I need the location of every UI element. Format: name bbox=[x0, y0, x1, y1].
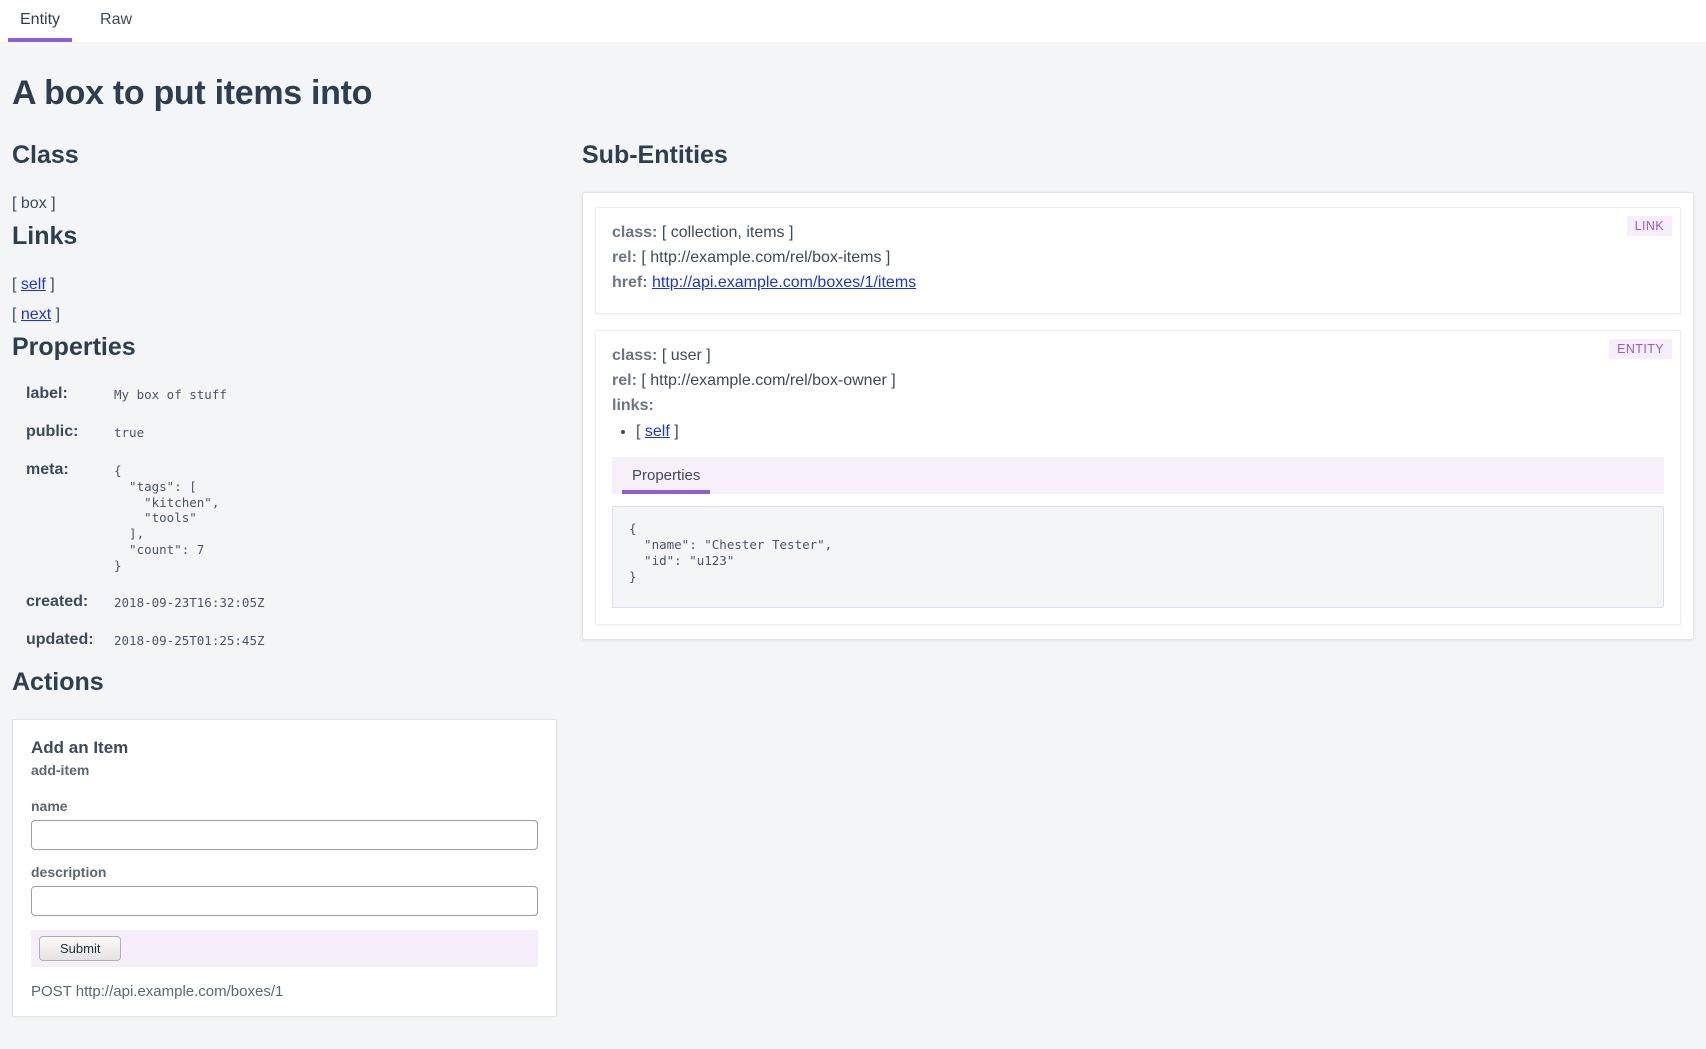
actions-heading: Actions bbox=[12, 668, 572, 697]
subentity-class-key: class: bbox=[612, 224, 657, 241]
bracket-open: [ bbox=[636, 423, 645, 440]
subentities-heading: Sub-Entities bbox=[582, 141, 1694, 170]
subentities-panel: LINK class: [ collection, items ] rel: [… bbox=[582, 192, 1694, 640]
link-self[interactable]: self bbox=[645, 423, 670, 440]
action-card-add-item: Add an Item add-item name description Su… bbox=[12, 719, 557, 1017]
bracket-open: [ bbox=[12, 276, 21, 293]
subentity-href-key: href: bbox=[612, 274, 648, 291]
link-row-self: [ self ] bbox=[12, 273, 572, 297]
property-key: label: bbox=[26, 384, 114, 404]
status-badge: ENTITY bbox=[1609, 339, 1672, 359]
list-item: [ self ] bbox=[636, 421, 1664, 443]
page-body: A box to put items into Class [ box ] Li… bbox=[0, 74, 1706, 1017]
bracket-open: [ bbox=[12, 306, 21, 323]
property-row-created: created: 2018-09-23T16:32:05Z bbox=[26, 592, 572, 612]
class-heading: Class bbox=[12, 141, 572, 170]
links-heading: Links bbox=[12, 222, 572, 251]
property-value: true bbox=[114, 422, 144, 441]
left-column: Class [ box ] Links [ self ] [ next ] Pr… bbox=[12, 141, 572, 1017]
subentity-rel-value: [ http://example.com/rel/box-items ] bbox=[641, 249, 890, 266]
subentity-tabbar: Properties bbox=[612, 457, 1664, 494]
property-value: { "tags": [ "kitchen", "tools" ], "count… bbox=[114, 460, 219, 574]
property-key: public: bbox=[26, 422, 114, 442]
link-self[interactable]: self bbox=[21, 276, 46, 293]
subentity-card-entity: ENTITY class: [ user ] rel: [ http://exa… bbox=[595, 330, 1681, 625]
tabbar: Entity Raw bbox=[0, 0, 1706, 42]
right-column: Sub-Entities LINK class: [ collection, i… bbox=[572, 141, 1694, 640]
subentity-href-line: href: http://api.example.com/boxes/1/ite… bbox=[612, 272, 1664, 294]
link-next[interactable]: next bbox=[21, 306, 51, 323]
subentity-rel-value: [ http://example.com/rel/box-owner ] bbox=[641, 372, 895, 389]
submit-button[interactable]: Submit bbox=[39, 936, 121, 961]
property-row-public: public: true bbox=[26, 422, 572, 442]
page-title: A box to put items into bbox=[12, 74, 1694, 113]
properties-list: label: My box of stuff public: true meta… bbox=[26, 384, 572, 650]
tab-raw[interactable]: Raw bbox=[88, 2, 144, 42]
property-key: meta: bbox=[26, 460, 114, 480]
subentity-rel-line: rel: [ http://example.com/rel/box-items … bbox=[612, 247, 1664, 269]
property-row-updated: updated: 2018-09-25T01:25:45Z bbox=[26, 630, 572, 650]
name-input[interactable] bbox=[31, 820, 538, 850]
property-row-meta: meta: { "tags": [ "kitchen", "tools" ], … bbox=[26, 460, 572, 574]
tab-entity[interactable]: Entity bbox=[8, 2, 72, 42]
property-value: My box of stuff bbox=[114, 384, 227, 403]
link-row-next: [ next ] bbox=[12, 303, 572, 327]
property-key: updated: bbox=[26, 630, 114, 650]
class-value: [ box ] bbox=[12, 192, 572, 216]
subentity-class-value: [ user ] bbox=[662, 347, 711, 364]
property-row-label: label: My box of stuff bbox=[26, 384, 572, 404]
action-name: add-item bbox=[31, 762, 538, 778]
subentity-class-line: class: [ collection, items ] bbox=[612, 222, 1664, 244]
subentity-properties-code: { "name": "Chester Tester", "id": "u123"… bbox=[612, 506, 1664, 608]
field-label-description: description bbox=[31, 864, 538, 880]
tab-properties[interactable]: Properties bbox=[622, 465, 710, 494]
content-columns: Class [ box ] Links [ self ] [ next ] Pr… bbox=[12, 141, 1694, 1017]
property-value: 2018-09-25T01:25:45Z bbox=[114, 630, 265, 649]
field-label-name: name bbox=[31, 798, 538, 814]
property-key: created: bbox=[26, 592, 114, 612]
property-value: 2018-09-23T16:32:05Z bbox=[114, 592, 265, 611]
subentity-rel-line: rel: [ http://example.com/rel/box-owner … bbox=[612, 370, 1664, 392]
subentity-links-list: [ self ] bbox=[636, 421, 1664, 443]
subentity-class-key: class: bbox=[612, 347, 657, 364]
subentity-class-value: [ collection, items ] bbox=[662, 224, 794, 241]
subentity-href-link[interactable]: http://api.example.com/boxes/1/items bbox=[652, 274, 916, 291]
subentity-rel-key: rel: bbox=[612, 249, 637, 266]
description-input[interactable] bbox=[31, 886, 538, 916]
subentity-links-key: links: bbox=[612, 397, 654, 414]
subentity-rel-key: rel: bbox=[612, 372, 637, 389]
bracket-close: ] bbox=[670, 423, 679, 440]
properties-heading: Properties bbox=[12, 333, 572, 362]
action-title: Add an Item bbox=[31, 738, 538, 758]
bracket-close: ] bbox=[51, 306, 60, 323]
action-footer: POST http://api.example.com/boxes/1 bbox=[31, 983, 538, 1000]
submit-strip: Submit bbox=[31, 930, 538, 967]
status-badge: LINK bbox=[1627, 216, 1672, 236]
bracket-close: ] bbox=[46, 276, 55, 293]
subentity-card-link: LINK class: [ collection, items ] rel: [… bbox=[595, 207, 1681, 314]
subentity-links-line: links: bbox=[612, 395, 1664, 417]
subentity-class-line: class: [ user ] bbox=[612, 345, 1664, 367]
